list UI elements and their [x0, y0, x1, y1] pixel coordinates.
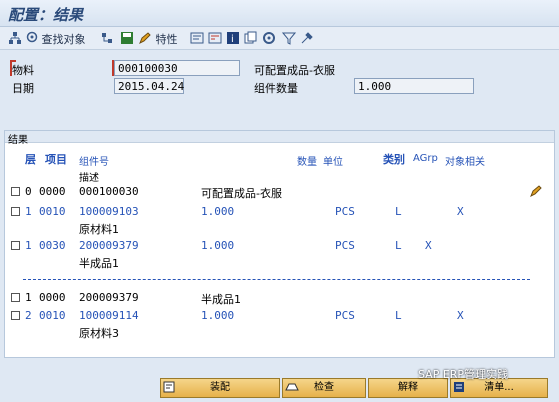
save-icon[interactable] [120, 31, 134, 45]
check-button[interactable]: 检查 [282, 378, 366, 398]
characteristics-label: 特性 [155, 33, 178, 46]
row-item: 0010 [39, 205, 66, 218]
row-item: 0010 [39, 309, 66, 322]
material-label: 物料 [12, 64, 34, 77]
row-description: 可配置成品-衣服 [201, 187, 282, 200]
explain-label: 解释 [398, 382, 418, 393]
find-icon [26, 31, 38, 43]
col-component: 组件号 [79, 157, 109, 168]
find-object-label: 查找对象 [41, 33, 86, 46]
row-object-related: X [457, 205, 464, 218]
pencil-icon[interactable] [529, 184, 543, 201]
window-title: 配置：结果 [8, 6, 84, 24]
row-checkbox[interactable] [11, 207, 20, 216]
row-description-line: 半成品1 [5, 255, 554, 270]
collapse-icon[interactable] [208, 31, 222, 45]
header-fields: 物料 000100030 可配置成品-衣服 日期 2015.04.24 组件数量… [4, 52, 555, 126]
row-category: L [395, 309, 402, 322]
info-icon[interactable]: i [226, 31, 240, 45]
copy-icon[interactable] [244, 31, 258, 45]
row-quantity: 1.000 [201, 239, 235, 252]
row-level: 1 [25, 291, 32, 304]
application-toolbar: 查找对象 特性 i [0, 27, 559, 50]
row-unit: PCS [335, 239, 355, 252]
row-unit: PCS [335, 309, 355, 322]
col-description: 描述 [79, 173, 99, 184]
filter-icon[interactable] [281, 31, 297, 45]
section-divider [23, 279, 530, 280]
quantity-label: 组件数量 [254, 82, 298, 95]
table-row[interactable]: 1 0010 100009103 1.000 PCS L X [5, 205, 554, 220]
find-object-button[interactable]: 查找对象 [26, 31, 86, 46]
col-level: 层 [25, 153, 36, 166]
title-bar: 配置：结果 [0, 0, 559, 27]
results-panel: 结果 层 项目 组件号 描述 数量 单位 类别 AGrp 对象相关 0 0000… [4, 130, 555, 358]
col-unit: 单位 [323, 157, 343, 168]
pencil-icon [139, 32, 151, 45]
row-object-related: X [457, 309, 464, 322]
row-item: 0030 [39, 239, 66, 252]
row-quantity: 1.000 [201, 309, 235, 322]
watermark-text: SAP ERP管理实践 [418, 368, 509, 381]
col-item: 项目 [45, 153, 67, 166]
date-field[interactable]: 2015.04.24 [114, 78, 184, 94]
assemble-button[interactable]: 装配 [160, 378, 280, 398]
row-checkbox[interactable] [11, 311, 20, 320]
row-quantity: 1.000 [201, 205, 235, 218]
quantity-field[interactable]: 1.000 [354, 78, 474, 94]
row-description-line: 原材料3 [5, 325, 554, 340]
row-item: 0000 [39, 185, 66, 198]
row-checkbox[interactable] [11, 241, 20, 250]
row-description: 原材料3 [79, 327, 119, 340]
assemble-icon [163, 381, 175, 393]
row-agrp: X [425, 239, 432, 252]
col-object-related: 对象相关 [445, 157, 485, 168]
tools-icon[interactable] [300, 31, 314, 45]
check-icon [285, 383, 299, 391]
list-label: 清单... [484, 382, 514, 393]
svg-text:i: i [231, 34, 234, 45]
row-description: 原材料1 [79, 223, 119, 236]
row-category: L [395, 205, 402, 218]
list-icon [454, 382, 464, 392]
results-title: 结果 [5, 131, 554, 146]
row-checkbox[interactable] [11, 187, 20, 196]
row-level: 0 [25, 185, 32, 198]
hierarchy-icon[interactable] [8, 31, 22, 45]
table-row[interactable]: 1 0000 200009379 半成品1 [5, 291, 554, 306]
row-item: 0000 [39, 291, 66, 304]
material-description: 可配置成品-衣服 [254, 64, 335, 77]
material-field[interactable]: 000100030 [114, 60, 240, 76]
settings-icon[interactable] [262, 31, 276, 45]
table-row[interactable]: 2 0010 100009114 1.000 PCS L X [5, 309, 554, 324]
date-label: 日期 [12, 82, 34, 95]
check-label: 检查 [314, 382, 334, 393]
expand-icon[interactable] [190, 31, 204, 45]
col-agrp: AGrp [413, 153, 438, 164]
tree-icon[interactable] [100, 31, 114, 45]
row-component: 000100030 [79, 185, 139, 198]
row-description: 半成品1 [79, 257, 119, 270]
row-level: 1 [25, 205, 32, 218]
row-level: 1 [25, 239, 32, 252]
row-component: 200009379 [79, 291, 139, 304]
characteristics-button[interactable]: 特性 [138, 31, 178, 46]
row-description-line: 原材料1 [5, 221, 554, 236]
row-component[interactable]: 100009103 [79, 205, 139, 218]
row-component[interactable]: 200009379 [79, 239, 139, 252]
row-component[interactable]: 100009114 [79, 309, 139, 322]
col-quantity: 数量 [297, 157, 317, 168]
row-unit: PCS [335, 205, 355, 218]
col-category: 类别 [383, 153, 405, 166]
table-row[interactable]: 0 0000 000100030 可配置成品-衣服 [5, 185, 554, 200]
table-row[interactable]: 1 0030 200009379 1.000 PCS L X [5, 239, 554, 254]
row-category: L [395, 239, 402, 252]
row-description: 半成品1 [201, 293, 241, 306]
assemble-label: 装配 [210, 382, 230, 393]
row-checkbox[interactable] [11, 293, 20, 302]
row-level: 2 [25, 309, 32, 322]
